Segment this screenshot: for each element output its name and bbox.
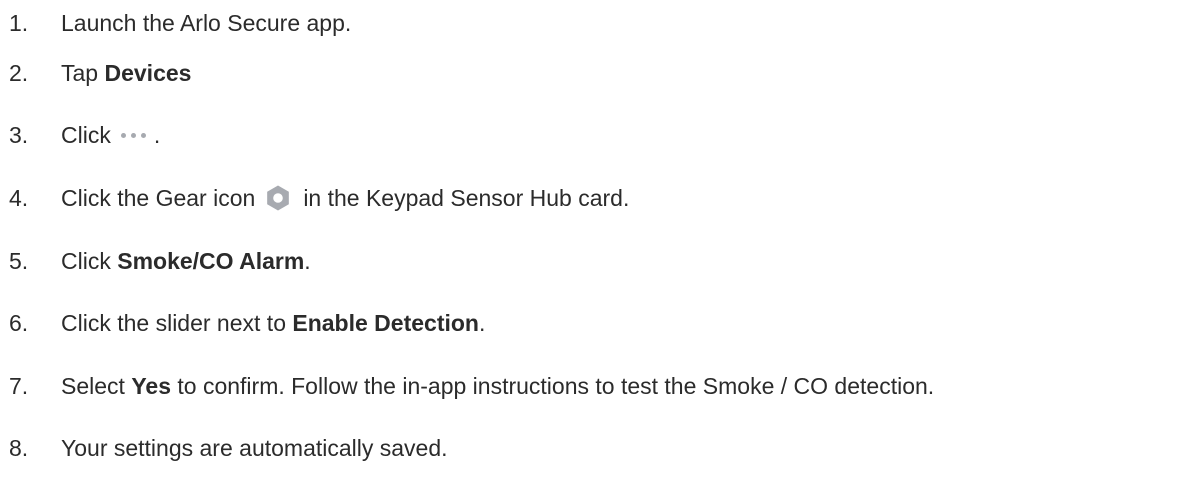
step-text: Click [61,247,118,274]
step-text: Select [61,372,132,399]
step-number: 5. [9,247,29,274]
step-text: Click the slider next to [61,310,293,337]
step-bold-text: Smoke/CO Alarm [117,247,305,274]
step-bold-text: Enable Detection [292,310,479,337]
step-number: 8. [9,435,29,462]
step-number: 1. [9,9,29,36]
step-text-end: . [304,247,311,274]
step-text-end: . [153,122,161,149]
more-dots-icon [120,133,146,139]
step-text: Click the Gear icon [61,184,256,211]
step-text: Tap [61,59,105,86]
step-1: 1. Launch the Arlo Secure app. [9,4,1198,42]
instruction-steps: 1. Launch the Arlo Secure app. 2. Tap De… [0,0,1198,480]
step-text: Your settings are automatically saved. [61,435,448,462]
step-number: 6. [9,310,29,337]
step-6: 6. Click the slider next to Enable Detec… [9,292,1198,355]
step-text-end: . [478,310,486,337]
step-number: 4. [9,184,29,211]
gear-icon [267,185,290,211]
step-2: 2. Tap Devices [9,42,1198,105]
step-4: 4. Click the Gear icon in the Keypad Sen… [9,167,1198,230]
step-text-end: to confirm. Follow the in-app instructio… [170,372,935,399]
step-7: 7. Select Yes to confirm. Follow the in-… [9,355,1198,418]
step-8: 8. Your settings are automatically saved… [9,418,1198,481]
step-number: 2. [9,59,29,86]
step-bold-text: Devices [104,59,192,86]
step-text: Click [61,122,111,149]
step-text: Launch the Arlo Secure app. [61,9,352,36]
step-bold-text: Yes [131,372,171,399]
step-3: 3. Click . [9,105,1198,168]
step-5: 5. Click Smoke/CO Alarm . [9,230,1198,293]
step-text-end: in the Keypad Sensor Hub card. [303,184,630,211]
step-number: 7. [9,372,29,399]
step-number: 3. [9,122,29,149]
